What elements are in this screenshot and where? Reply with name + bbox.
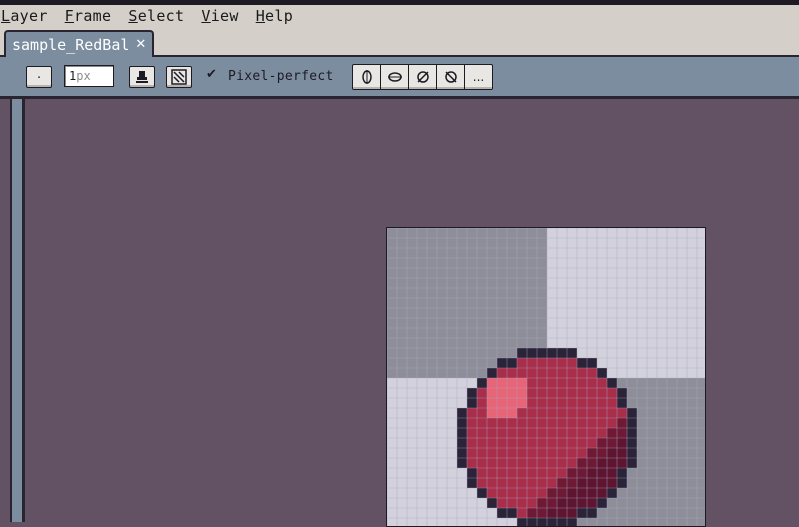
horizontal-symmetry-icon (387, 72, 402, 82)
vertical-symmetry-icon (361, 70, 372, 84)
pixel-perfect-label: Pixel-perfect (228, 69, 334, 84)
antidiagonal-symmetry-icon (444, 71, 457, 83)
sprite-canvas[interactable] (386, 227, 706, 527)
dynamics-icon (171, 69, 187, 85)
menu-select[interactable]: Select (128, 7, 184, 25)
menu-help[interactable]: Help (256, 7, 293, 25)
brush-shape-button[interactable]: · (26, 66, 52, 88)
symmetry-diagonal-button[interactable] (409, 65, 437, 89)
close-icon[interactable]: ✕ (135, 37, 146, 52)
brush-size-placeholder: px (76, 69, 91, 83)
diagonal-symmetry-icon (416, 71, 429, 83)
pixel-perfect-checkbox[interactable]: ✔ (206, 67, 217, 82)
brush-dot-icon: · (35, 70, 43, 84)
symmetry-button-group: ... (352, 64, 493, 90)
tab-strip: sample_RedBal ✕ (0, 27, 799, 57)
symmetry-antidiagonal-button[interactable] (437, 65, 465, 89)
brush-size-input[interactable]: 1 px (64, 65, 114, 87)
tab-title: sample_RedBal (12, 35, 130, 54)
context-toolbar: · 1 px ✔ Pixel-perfect ... (0, 57, 799, 96)
red-ball-sprite (387, 228, 705, 526)
tab-sample-redball[interactable]: sample_RedBal ✕ (4, 30, 155, 57)
left-panel (0, 99, 22, 522)
menu-layer[interactable]: Layer (1, 7, 48, 25)
ink-button[interactable] (129, 66, 155, 88)
menu-frame[interactable]: Frame (65, 7, 112, 25)
menu-bar: Layer Frame Select View Help (0, 5, 799, 27)
menu-view[interactable]: View (201, 7, 238, 25)
brush-size-value: 1 (69, 69, 77, 83)
more-options-button[interactable]: ... (465, 65, 492, 89)
symmetry-horizontal-button[interactable] (381, 65, 409, 89)
ink-icon (136, 71, 148, 83)
dynamics-button[interactable] (166, 66, 192, 88)
symmetry-vertical-button[interactable] (353, 65, 381, 89)
